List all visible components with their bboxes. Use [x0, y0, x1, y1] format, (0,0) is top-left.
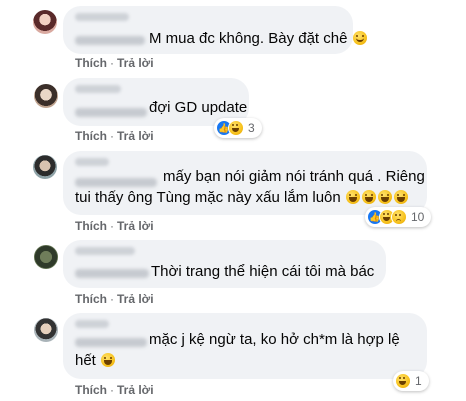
reply-link[interactable]: Trả lời: [117, 383, 154, 397]
laugh-emoji-icon: [101, 353, 116, 367]
comment-actions: Thích · Trả lời: [75, 219, 154, 233]
reaction-count: 3: [248, 121, 255, 135]
author-name[interactable]: [75, 85, 121, 93]
comment-text-line-1: mấy bạn nói giảm nói tránh quá . Riêng: [163, 167, 425, 187]
laugh-emoji-icon: [377, 190, 392, 204]
avatar[interactable]: [34, 84, 58, 108]
separator: ·: [110, 129, 114, 143]
haha-icon: [228, 120, 244, 136]
reaction-summary[interactable]: 👍 3: [214, 118, 262, 138]
author-name[interactable]: [75, 320, 109, 328]
comment-text-content: mặc j kệ ngừ ta, ko hở ch*m là hợp lệ: [149, 331, 400, 348]
reply-link[interactable]: Trả lời: [117, 56, 154, 70]
author-name[interactable]: [75, 158, 109, 166]
comment-bubble: mặc j kệ ngừ ta, ko hở ch*m là hợp lệ hế…: [63, 313, 427, 379]
separator: ·: [110, 292, 114, 306]
reaction-count: 1: [415, 374, 422, 388]
like-link[interactable]: Thích: [75, 383, 107, 397]
separator: ·: [110, 383, 114, 397]
separator: ·: [110, 56, 114, 70]
haha-icon: [395, 373, 411, 389]
like-link[interactable]: Thích: [75, 292, 107, 306]
comment-text-line-2: tui thấy ông Tùng mặc này xấu lắm luôn: [75, 188, 409, 208]
tagged-name[interactable]: [75, 36, 145, 45]
comment-bubble: M mua đc không. Bày đặt chê: [63, 6, 367, 54]
reaction-summary[interactable]: 1: [393, 371, 429, 391]
laugh-emoji-icon: [393, 190, 408, 204]
reply-link[interactable]: Trả lời: [117, 292, 154, 306]
tagged-name[interactable]: [75, 338, 147, 347]
comment-actions: Thích · Trả lời: [75, 383, 154, 397]
comment-text-content: M mua đc không. Bày đặt chê: [149, 30, 348, 47]
comment-bubble: Thời trang thể hiện cái tôi mà bác: [63, 240, 386, 288]
avatar[interactable]: [33, 155, 57, 179]
comment-actions: Thích · Trả lời: [75, 129, 154, 143]
comment-text: Thời trang thể hiện cái tôi mà bác: [151, 262, 374, 282]
avatar[interactable]: [34, 245, 58, 269]
comment-text-content: hết: [75, 352, 96, 369]
author-name[interactable]: [75, 13, 129, 21]
comment-text-line-2: hết: [75, 351, 116, 371]
reply-link[interactable]: Trả lời: [117, 219, 154, 233]
tagged-name[interactable]: [75, 178, 157, 187]
comment-text: đợi GD update: [149, 98, 247, 118]
like-link[interactable]: Thích: [75, 56, 107, 70]
comment-actions: Thích · Trả lời: [75, 56, 154, 70]
reaction-summary[interactable]: 👍 10: [365, 207, 431, 227]
smile-emoji-icon: [352, 31, 367, 45]
comment-text-content: đợi GD update: [149, 99, 248, 116]
laugh-emoji-icon: [345, 190, 360, 204]
author-name[interactable]: [75, 247, 135, 255]
laugh-emoji-icon: [361, 190, 376, 204]
comment-text-content: mấy bạn nói giảm nói tránh quá . Riêng: [163, 168, 425, 185]
comment-bubble: mấy bạn nói giảm nói tránh quá . Riêng t…: [63, 151, 427, 215]
sad-icon: [391, 209, 407, 225]
comment-text-content: Thời trang thể hiện cái tôi mà bác: [151, 263, 375, 280]
tagged-name[interactable]: [75, 269, 149, 278]
comment-actions: Thích · Trả lời: [75, 292, 154, 306]
avatar[interactable]: [34, 318, 58, 342]
comment-text: M mua đc không. Bày đặt chê: [149, 29, 368, 49]
tagged-name[interactable]: [75, 108, 147, 117]
comment-text-content: tui thấy ông Tùng mặc này xấu lắm luôn: [75, 189, 341, 206]
avatar[interactable]: [33, 10, 57, 34]
comment-text-line-1: mặc j kệ ngừ ta, ko hở ch*m là hợp lệ: [149, 330, 400, 350]
like-link[interactable]: Thích: [75, 129, 107, 143]
reply-link[interactable]: Trả lời: [117, 129, 154, 143]
reaction-count: 10: [411, 210, 425, 224]
like-link[interactable]: Thích: [75, 219, 107, 233]
separator: ·: [110, 219, 114, 233]
